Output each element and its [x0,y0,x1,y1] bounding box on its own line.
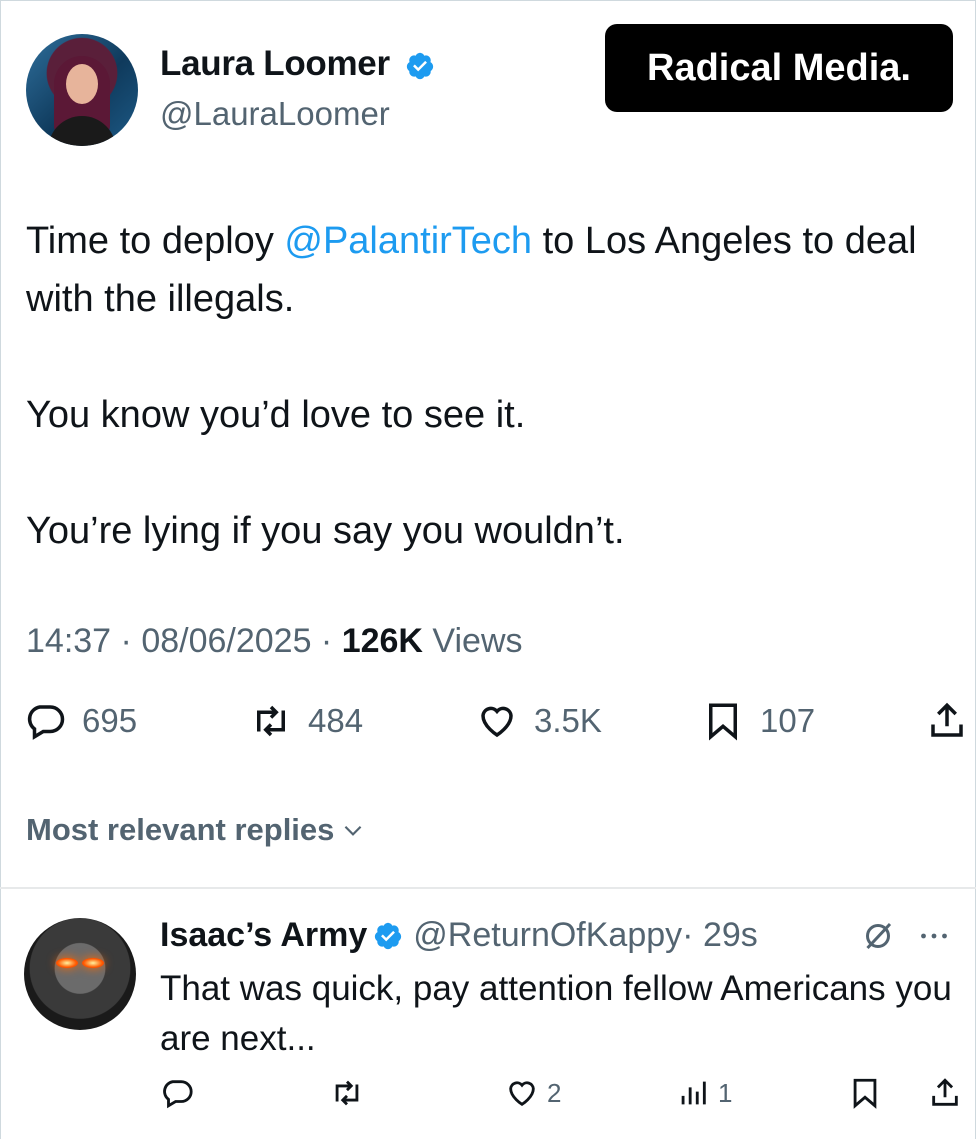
avatar-right-eye [82,958,104,968]
share-button[interactable] [926,700,976,742]
reply-icon [27,705,65,740]
reply-author-avatar[interactable] [24,918,136,1030]
tweet-date[interactable]: 08/06/2025 [141,622,311,660]
like-count: 3.5K [534,702,602,739]
tweet-paragraph-1: Time to deploy @PalantirTech to Los Ange… [26,212,956,328]
repost-icon [257,705,285,737]
reply-header-icons [860,918,952,954]
bookmark-count: 107 [760,702,816,739]
reply-author-name[interactable]: Isaac’s Army [160,916,367,955]
author-name[interactable]: Laura Loomer [160,44,435,84]
views-label: Views [422,622,523,660]
chevron-down-icon [345,825,362,836]
reply-bookmark-button[interactable] [848,1076,890,1110]
separator: · [311,622,342,660]
reply-time[interactable]: · 29s [682,916,758,955]
reply-like-button[interactable]: 2 [505,1076,561,1110]
verified-icon [375,922,402,949]
tweet-meta: 14:37 · 08/06/2025 · 126K Views [26,622,523,661]
tweet-paragraph-3: You’re lying if you say you wouldn’t. [26,510,625,552]
repost-icon [335,1080,359,1106]
reply-share-button[interactable] [928,1076,970,1110]
reply-text: That was quick, pay attention fellow Ame… [160,969,952,1058]
share-icon [931,702,963,737]
author-name-text[interactable]: Laura Loomer [160,44,390,83]
repost-button[interactable]: 484 [250,700,363,742]
avatar-face [66,64,98,104]
reply-button[interactable]: 695 [24,700,137,742]
reply-repost-button[interactable] [330,1076,372,1110]
like-button[interactable]: 3.5K [476,700,602,742]
reply-views-count: 1 [718,1077,733,1108]
tweet-actions: 695 484 3.5K 107 [0,700,976,760]
separator: · [111,622,142,660]
reply-icon [163,1080,193,1109]
reply-views-button[interactable]: 1 [676,1076,732,1110]
reply-reply-button[interactable] [160,1076,202,1110]
most-relevant-replies-dropdown[interactable]: Most relevant replies [26,812,366,848]
replies-sort-label: Most relevant replies [26,812,335,847]
author-avatar[interactable] [26,34,138,146]
tweet-text: Time to deploy @PalantirTech to Los Ange… [26,212,956,560]
reply-like-count: 2 [547,1077,562,1108]
views-icon [681,1081,706,1105]
tweet-paragraph-2: You know you’d love to see it. [26,394,526,436]
share-icon [932,1078,958,1106]
repost-count: 484 [308,702,364,739]
more-icon[interactable] [916,918,952,954]
bookmark-icon [853,1078,877,1109]
reply-actions: 2 1 [0,1076,976,1126]
grok-icon[interactable] [860,918,896,954]
radical-media-badge: Radical Media. [605,24,953,112]
divider [0,887,976,889]
like-icon [481,706,513,738]
bookmark-icon [709,703,737,741]
views-count: 126K [341,622,423,660]
reply-header: Isaac’s Army @ReturnOfKappy · 29s [160,916,758,955]
reply-author-handle[interactable]: @ReturnOfKappy [413,916,682,955]
mention-link[interactable]: @PalantirTech [284,220,532,262]
bookmark-button[interactable]: 107 [702,700,815,742]
avatar-left-eye [56,958,78,968]
author-handle[interactable]: @LauraLoomer [160,95,390,133]
tweet-text-part: Time to deploy [26,220,285,262]
reply-count: 695 [82,702,138,739]
like-icon [509,1081,535,1107]
tweet-time[interactable]: 14:37 [26,622,111,660]
verified-icon [407,52,434,79]
